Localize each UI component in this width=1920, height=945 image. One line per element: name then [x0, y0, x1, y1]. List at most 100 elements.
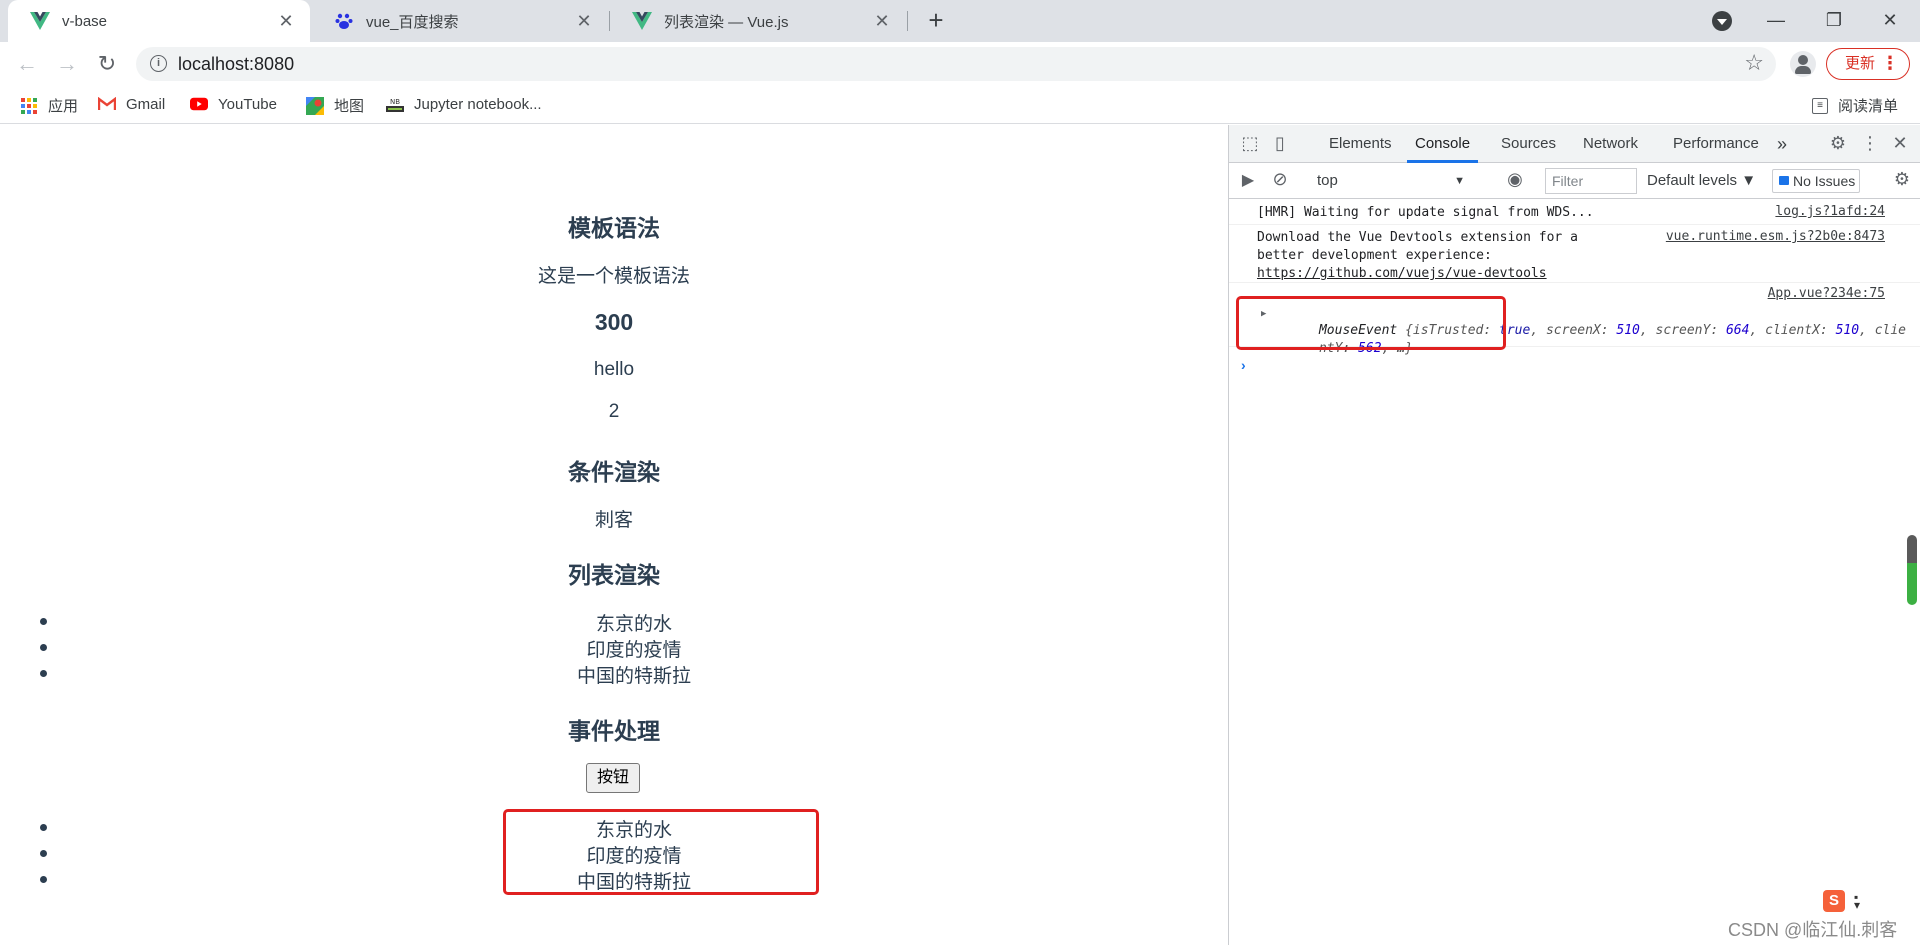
device-toolbar-icon[interactable]: ▯ — [1269, 133, 1291, 155]
devtools-tab-bar: ⬚ ▯ Elements Console Sources Network Per… — [1229, 125, 1920, 163]
event-heading: 事件处理 — [568, 718, 660, 744]
profile-avatar-icon[interactable] — [1790, 51, 1816, 77]
bookmark-label: Gmail — [126, 95, 166, 113]
csdn-watermark: CSDN @临江仙.刺客 — [1728, 920, 1898, 940]
new-tab-button[interactable]: + — [921, 6, 951, 36]
site-info-icon[interactable]: i — [150, 55, 167, 72]
template-heading: 模板语法 — [568, 215, 660, 241]
gmail-icon — [98, 95, 116, 113]
close-tab-icon[interactable]: ✕ — [574, 11, 594, 31]
restore-button[interactable]: ❐ — [1806, 0, 1862, 42]
tab-performance[interactable]: Performance — [1673, 125, 1759, 163]
tab-title: v-base — [62, 12, 108, 30]
event-button[interactable]: 按钮 — [586, 763, 640, 793]
condition-text: 刺客 — [594, 510, 633, 531]
url-text[interactable]: localhost:8080 — [178, 54, 294, 75]
highlight-box-event — [1236, 296, 1506, 350]
issues-button[interactable]: No Issues — [1772, 169, 1860, 193]
console-message-hmr: [HMR] Waiting for update signal from WDS… — [1229, 199, 1920, 225]
reading-list-label: 阅读清单 — [1838, 98, 1899, 115]
bookmarks-bar: 应用 Gmail YouTube 地图 NB Jupyter notebook.… — [0, 86, 1920, 124]
inspect-element-icon[interactable]: ⬚ — [1239, 133, 1261, 155]
tab-vue-baidu[interactable]: vue_百度搜索 ✕ — [312, 0, 608, 42]
maps-icon — [306, 96, 324, 115]
tab-console[interactable]: Console — [1407, 125, 1479, 163]
console-prompt[interactable]: › — [1241, 357, 1246, 373]
tab-elements[interactable]: Elements — [1329, 125, 1392, 163]
page-viewport: 模板语法 这是一个模板语法 300 hello 2 条件渲染 刺客 列表渲染 东… — [0, 125, 1228, 945]
hello-text: hello — [593, 359, 635, 380]
minimize-button[interactable]: — — [1748, 0, 1804, 42]
log-levels-dropdown[interactable]: Default levels ▼ — [1647, 169, 1756, 193]
address-bar[interactable]: i localhost:8080 ☆ — [136, 47, 1776, 81]
reading-list-icon: ≡ — [1812, 97, 1828, 114]
chevron-down-icon: ▼ — [1454, 175, 1465, 187]
forward-arrow-icon[interactable]: → — [52, 49, 82, 79]
ime-toggle-icon[interactable]: ▪ ▾ — [1854, 891, 1860, 911]
tab-sources[interactable]: Sources — [1501, 125, 1556, 163]
source-link[interactable]: log.js?1afd:24 — [1775, 204, 1885, 219]
tab-v-base[interactable]: v-base ✕ — [8, 0, 310, 42]
condition-heading: 条件渲染 — [568, 459, 660, 485]
bookmark-label: 地图 — [334, 98, 365, 115]
baidu-paw-icon — [334, 11, 354, 31]
vue-logo-icon — [632, 11, 652, 31]
bookmark-jupyter[interactable]: NB Jupyter notebook... — [386, 95, 542, 113]
close-tab-icon[interactable]: ✕ — [872, 11, 892, 31]
tab-search-icon[interactable] — [1712, 11, 1732, 31]
context-value: top — [1317, 172, 1338, 189]
close-icon[interactable]: ✕ — [1889, 133, 1911, 155]
template-text: 这是一个模板语法 — [537, 266, 690, 287]
tab-title: vue_百度搜索 — [366, 13, 459, 31]
youtube-icon — [190, 95, 208, 113]
more-tabs-icon[interactable]: » — [1777, 125, 1787, 163]
back-arrow-icon[interactable]: ← — [12, 49, 42, 79]
sidebar-toggle-icon[interactable]: ▶ — [1237, 170, 1259, 192]
list-item: 印度的疫情 — [0, 635, 1228, 662]
list-heading: 列表渲染 — [568, 562, 660, 588]
devtools-panel: ⬚ ▯ Elements Console Sources Network Per… — [1228, 125, 1920, 945]
bookmark-label: 应用 — [48, 98, 79, 115]
close-tab-icon[interactable]: ✕ — [276, 11, 296, 31]
bookmark-maps[interactable]: 地图 — [306, 95, 364, 116]
update-button[interactable]: 更新 ⋮ — [1826, 48, 1910, 80]
more-menu-icon: ⋮ — [1881, 53, 1899, 73]
clear-console-icon[interactable]: ⊘ — [1269, 169, 1291, 191]
jupyter-icon: NB — [386, 95, 404, 113]
close-window-button[interactable]: ✕ — [1862, 0, 1918, 42]
tab-network[interactable]: Network — [1583, 125, 1638, 163]
console-message-vue-devtools: Download the Vue Devtools extension for … — [1229, 225, 1920, 283]
kebab-menu-icon[interactable]: ⋮ — [1859, 133, 1881, 155]
tab-list-render-vuejs[interactable]: 列表渲染 — Vue.js ✕ — [610, 0, 906, 42]
number-heading: 300 — [594, 309, 634, 335]
list-item: 东京的水 — [0, 609, 1228, 636]
bookmark-label: Jupyter notebook... — [414, 95, 542, 113]
reading-list[interactable]: ≡ 阅读清单 — [1812, 95, 1898, 116]
source-link[interactable]: vue.runtime.esm.js?2b0e:8473 — [1666, 229, 1885, 244]
svg-text:NB: NB — [390, 98, 400, 106]
gear-icon[interactable]: ⚙ — [1827, 133, 1849, 155]
scrollbar-thumb[interactable] — [1907, 535, 1917, 605]
bookmark-gmail[interactable]: Gmail — [98, 95, 165, 113]
bookmark-apps[interactable]: 应用 — [20, 95, 78, 116]
browser-toolbar: ← → ↻ i localhost:8080 ☆ 更新 ⋮ — [0, 42, 1920, 86]
context-selector[interactable]: top ▼ — [1317, 169, 1471, 193]
console-settings-gear-icon[interactable]: ⚙ — [1891, 169, 1913, 191]
bookmark-star-icon[interactable]: ☆ — [1744, 50, 1764, 76]
tab-title: 列表渲染 — Vue.js — [664, 13, 789, 31]
source-link[interactable]: App.vue?234e:75 — [1768, 286, 1885, 301]
console-filter-input[interactable]: Filter — [1545, 168, 1637, 194]
sohu-ime-icon[interactable]: S — [1823, 890, 1845, 912]
apps-grid-icon — [20, 97, 38, 115]
update-label: 更新 — [1845, 55, 1876, 72]
console-toolbar: ▶ ⊘ top ▼ ◉ Filter Default levels ▼ No I… — [1229, 163, 1920, 199]
bookmark-label: YouTube — [218, 95, 277, 113]
vue-logo-icon — [30, 11, 50, 31]
tab-strip: v-base ✕ vue_百度搜索 ✕ 列表渲染 — Vue.js ✕ + — … — [0, 0, 1920, 42]
bookmark-youtube[interactable]: YouTube — [190, 95, 277, 113]
reload-icon[interactable]: ↻ — [92, 49, 122, 79]
eye-icon[interactable]: ◉ — [1503, 169, 1527, 191]
highlight-box-list — [503, 809, 819, 895]
vue-devtools-link[interactable]: https://github.com/vuejs/vue-devtools — [1257, 265, 1547, 283]
count-text: 2 — [608, 401, 620, 422]
